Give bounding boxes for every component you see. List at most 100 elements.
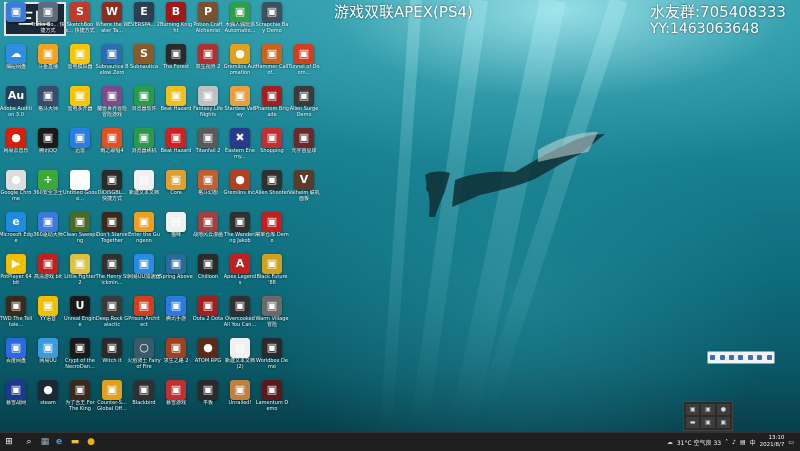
desktop-shortcut[interactable]: ▣: [0, 2, 32, 34]
desktop-shortcut[interactable]: ▣ Core: [160, 170, 192, 202]
desktop-shortcut[interactable]: ▣ 浏览器刷机: [128, 128, 160, 160]
desktop-shortcut[interactable]: ▣ Chilloon: [192, 254, 224, 286]
desktop-shortcut[interactable]: ▣ 格斗大师: [32, 86, 64, 118]
desktop-shortcut[interactable]: ▣ Alien Shooter: [255, 170, 289, 202]
desktop-shortcut[interactable]: ▣ Spring Above: [159, 254, 193, 286]
desktop-shortcut[interactable]: ● 网易云音乐: [0, 128, 32, 160]
desktop-shortcut[interactable]: ▣ Witch It: [96, 338, 128, 370]
desktop-shortcut[interactable]: S Subnautica: [128, 44, 160, 76]
toolbar-button[interactable]: [738, 355, 744, 360]
desktop-shortcut[interactable]: ▣ Crypt of the NecroDan...: [64, 338, 96, 370]
desktop-shortcut[interactable]: ▣ Fantasy Life Nights: [192, 86, 224, 118]
desktop-shortcut[interactable]: ▣ 暴雪游戏: [160, 380, 192, 412]
weather-text[interactable]: 31°C 空气良 33: [677, 438, 721, 447]
input-method-icon[interactable]: 中: [750, 438, 756, 447]
chevron-up-icon[interactable]: ˄: [725, 439, 728, 446]
desktop-shortcut[interactable]: ▣ 暴雪战网: [0, 380, 32, 412]
desktop-shortcut[interactable]: ● Google Chrome: [0, 170, 32, 202]
desktop-shortcut[interactable]: ▣ Dota 2 Dota: [192, 296, 224, 328]
desktop-shortcut[interactable]: Au Adobe Audition 3.0: [0, 86, 32, 118]
desktop-shortcut[interactable]: ▣ Blackbird: [128, 380, 160, 412]
desktop-shortcut[interactable]: ▣ Lamentum Demo: [256, 380, 288, 412]
task-view-icon[interactable]: ▦: [38, 435, 52, 449]
network-icon[interactable]: ▤: [740, 439, 746, 446]
desktop-shortcut[interactable]: ▣ Alien Surge Demo: [288, 86, 320, 118]
desktop-shortcut[interactable]: ▣ 魔兽世界冒险 冒险游戏: [96, 86, 128, 118]
desktop-shortcut[interactable]: V Valheim 联机面板: [288, 170, 320, 202]
tray-app-icon[interactable]: ●: [716, 404, 730, 415]
desktop-shortcut[interactable]: ▣ 为了吾王 For The King: [64, 380, 96, 412]
desktop-shortcut[interactable]: ☁ 抽屉网盘: [0, 44, 32, 76]
desktop-shortcut[interactable]: ▣ Worldbox Demo: [256, 338, 288, 370]
desktop-shortcut[interactable]: +360安全卫士: [32, 170, 64, 202]
desktop-shortcut[interactable]: ▤ 新建文本文档: [128, 170, 160, 202]
desktop-shortcut[interactable]: ▤ 猫咪: [160, 212, 192, 244]
desktop-shortcut[interactable]: ▣ Beat Hazard: [160, 128, 192, 160]
desktop-shortcut[interactable]: ▣ YY语音: [32, 296, 64, 328]
desktop-shortcut[interactable]: ▣ Counter-S... Global Off...: [96, 380, 128, 412]
desktop-shortcut[interactable]: ▣ 网易UU: [32, 338, 64, 370]
desktop-shortcut[interactable]: ▣ 腾讯QQ: [32, 128, 64, 160]
desktop-shortcut[interactable]: ▣ 雨之歌唱4: [96, 128, 128, 160]
desktop-shortcut[interactable]: ▣ Tunnel of Doom...: [288, 44, 320, 76]
search-icon[interactable]: ⌕: [22, 435, 36, 449]
toolbar-button[interactable]: [719, 355, 725, 360]
tray-app-icon[interactable]: ▣: [716, 417, 730, 428]
desktop-shortcut[interactable]: ▣ 雷电模拟器: [64, 44, 96, 76]
desktop-shortcut[interactable]: ▣ Overcooked All You Can...: [224, 296, 256, 328]
desktop-shortcut[interactable]: ▣ Warm Village 冒险: [256, 296, 288, 328]
desktop-shortcut[interactable]: B Burning Knight: [160, 2, 192, 34]
desktop-shortcut[interactable]: ▣ Clean Sweeping: [63, 212, 97, 244]
desktop-shortcut[interactable]: ▤ 新建文本文档 (2): [224, 338, 256, 370]
desktop-shortcut[interactable]: ▣ 战地风云漫画: [192, 212, 224, 244]
desktop-shortcut[interactable]: ▣ 高清游戏 bit: [32, 254, 64, 286]
desktop-shortcut[interactable]: ▣ Black Future '88: [256, 254, 288, 286]
desktop-shortcut[interactable]: ▣ Little Fighter 2: [64, 254, 96, 286]
desktop-shortcut[interactable]: ● Gremlins Inc.: [224, 170, 256, 202]
desktop-shortcut[interactable]: P Potion Craft Alchemist: [192, 2, 224, 34]
desktop-shortcut[interactable]: ▣ 迅雷: [64, 128, 96, 160]
desktop-shortcut[interactable]: ▣ Hammer Call of...: [256, 44, 288, 76]
desktop-shortcut[interactable]: ▣ DiDiSGBL... 快捷方式: [96, 170, 128, 202]
tray-app-icon[interactable]: ▣: [686, 404, 700, 415]
desktop-shortcut[interactable]: S SketchBook... 快捷方式: [64, 2, 96, 34]
desktop-shortcut[interactable]: W Where the Water Ta...: [96, 2, 128, 34]
desktop-shortcut[interactable]: ▣ 屠宰仓库 Demo: [255, 212, 289, 244]
desktop-shortcut[interactable]: ▣ 元宇宙星球: [288, 128, 320, 160]
desktop-shortcut[interactable]: ▣ 腾讯手游: [160, 296, 192, 328]
start-button[interactable]: ⊞: [0, 435, 18, 449]
desktop-shortcut[interactable]: ▣ Shopping: [256, 128, 288, 160]
desktop-shortcut[interactable]: ▣ TWD The Telltale...: [0, 296, 32, 328]
desktop-shortcut[interactable]: ○ 火焰骑士 Fairy of Fire: [127, 338, 161, 370]
clock[interactable]: 13:10 2021/8/7: [760, 435, 785, 449]
desktop-shortcut[interactable]: ▣ Deep Rock Galactic: [96, 296, 128, 328]
desktop-shortcut[interactable]: ✖ Eastern Enemy...: [224, 128, 256, 160]
desktop-shortcut[interactable]: ▣ 平板: [192, 380, 224, 412]
desktop-shortcut[interactable]: ▣ The Wandering Jakob: [224, 212, 256, 244]
desktop-shortcut[interactable]: ▣ Enter the Gungeon: [128, 212, 160, 244]
volume-icon[interactable]: ♪: [732, 439, 736, 446]
tray-app-icon[interactable]: ▣: [701, 417, 715, 428]
desktop-shortcut[interactable]: ▣ Scrapchie Bay Demo: [256, 2, 288, 34]
desktop-shortcut[interactable]: ▣ 求生之路 2: [160, 338, 192, 370]
desktop-shortcut[interactable]: ▣ Prison Architect: [128, 296, 160, 328]
desktop-shortcut[interactable]: U Unreal Engine: [64, 296, 96, 328]
desktop-shortcut[interactable]: ▣ The Forest: [160, 44, 192, 76]
toolbar-button[interactable]: [710, 355, 716, 360]
desktop-shortcut[interactable]: ▣ The Henry Stickmin...: [96, 254, 128, 286]
toolbar-button[interactable]: [747, 355, 753, 360]
tray-app-icon[interactable]: ▬: [686, 417, 700, 428]
notification-icon[interactable]: ▭: [788, 439, 794, 446]
desktop-shortcut[interactable]: ▣ Stardew Valley: [224, 86, 256, 118]
desktop-shortcut[interactable]: ▶ PotPlayer 64 bit: [0, 254, 32, 286]
desktop-shortcut[interactable]: ▣ Tricks Bo... 快捷方式: [31, 2, 65, 34]
desktop-shortcut[interactable]: ▣ Beat Hazard: [160, 86, 192, 118]
desktop-shortcut[interactable]: ▣ Unrailed!: [224, 380, 256, 412]
toolbar-button[interactable]: [729, 355, 735, 360]
file-explorer-icon[interactable]: ▬: [68, 435, 82, 449]
desktop-shortcut[interactable]: ▣ 浏览器软件: [128, 86, 160, 118]
desktop-shortcut[interactable]: ▣ 360驱动大师: [32, 212, 64, 244]
desktop-shortcut[interactable]: ▣ Titanfall 2: [192, 128, 224, 160]
desktop-shortcut[interactable]: ▣ Phantom Brigade: [255, 86, 289, 118]
desktop-shortcut[interactable]: ● steam: [32, 380, 64, 412]
